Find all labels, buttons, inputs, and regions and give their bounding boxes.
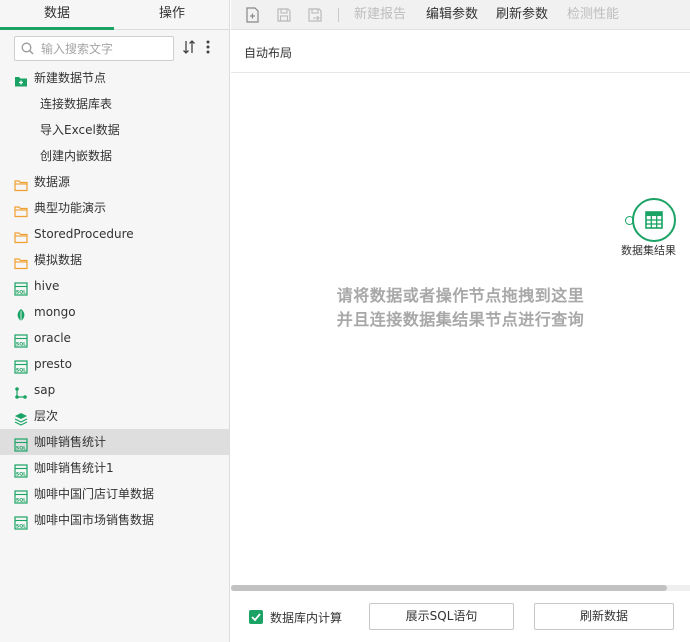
refresh-data-button[interactable]: 刷新数据 [534,603,674,630]
sql-icon: SQL [14,487,28,504]
tab-operations[interactable]: 操作 [115,0,229,30]
db-compute-checkbox[interactable] [249,610,263,624]
more-options-icon[interactable] [204,39,212,55]
tree-item-label: 模拟数据 [34,253,83,267]
result-node-circle [632,198,676,242]
db-compute-label: 数据库内计算 [270,611,343,625]
tree-item[interactable]: SQL 咖啡中国市场销售数据 [0,507,229,533]
tree-item-label: 数据源 [34,175,71,189]
tree-item-label: 咖啡销售统计 [34,435,107,449]
check-performance-button[interactable]: 检测性能 [567,0,619,30]
canvas-hint-line-1: 请将数据或者操作节点拖拽到这里 [336,286,585,305]
data-tree: 新建数据节点连接数据库表 导入Excel数据 创建内嵌数据数据源典型功能演示 Stor… [0,65,229,533]
search-icon [21,42,34,55]
toolbar: 新建报告 编辑参数 刷新参数 检测性能 [231,0,690,30]
folder-icon [14,201,28,218]
tab-data[interactable]: 数据 [0,0,114,30]
tree-item-label: 新建数据节点 [34,71,107,85]
sql-icon: SQL [14,513,28,530]
tree-item-label: 咖啡中国门店订单数据 [34,487,155,501]
tree-item-label: 导入Excel数据 [40,123,120,137]
footer-bar: 数据库内计算 展示SQL语句 刷新数据 [231,591,690,642]
svg-text:SQL: SQL [16,523,26,529]
sql-icon: SQL [14,357,28,374]
show-sql-button[interactable]: 展示SQL语句 [369,603,514,630]
tree-item[interactable]: SQL 咖啡销售统计 [0,429,229,455]
sql-icon: SQL [14,331,28,348]
panel-tabs: 数据 操作 [0,0,229,30]
svg-text:SQL: SQL [16,445,26,451]
new-file-icon[interactable] [244,6,262,24]
add-folder-icon [14,71,28,87]
tree-item-label: 典型功能演示 [34,201,107,215]
new-report-button[interactable]: 新建报告 [354,0,406,30]
search-input[interactable] [41,40,169,57]
leaf-icon [14,305,28,321]
layout-bar: 自动布局 [231,31,690,73]
tree-item-label: 咖啡销售统计1 [34,461,114,475]
svg-text:SQL: SQL [16,341,26,347]
save-as-icon[interactable] [306,6,324,24]
tree-item[interactable]: 典型功能演示 [0,195,229,221]
hierarchy-icon [14,383,28,399]
toolbar-separator [338,8,339,22]
tree-child-item[interactable]: 连接数据库表 [0,91,229,117]
svg-text:SQL: SQL [16,471,26,477]
tree-item[interactable]: 数据源 [0,169,229,195]
sql-icon: SQL [14,279,28,296]
svg-text:SQL: SQL [16,289,26,295]
tree-item-label: StoredProcedure [34,227,134,241]
tree-item[interactable]: SQL 咖啡销售统计1 [0,455,229,481]
folder-icon [14,175,28,192]
sort-icon[interactable] [182,39,196,55]
result-node-label: 数据集结果 [621,244,676,257]
sql-icon: SQL [14,461,28,478]
tree-item-label: 创建内嵌数据 [40,149,113,163]
tree-child-item[interactable]: 创建内嵌数据 [0,143,229,169]
tree-item[interactable]: StoredProcedure [0,221,229,247]
canvas-hint-line-2: 并且连接数据集结果节点进行查询 [336,310,585,329]
tree-item-label: 层次 [34,409,59,423]
tree-item[interactable]: SQL oracle [0,325,229,351]
refresh-params-button[interactable]: 刷新参数 [496,0,548,30]
tree-item-label: presto [34,357,72,371]
folder-icon [14,227,28,244]
data-model-editor: 数据 操作 新建数据节点连接数据库表导入Excel数据创建内嵌数据数据源典型功能… [0,0,690,642]
tree-item-label: sap [34,383,56,397]
svg-text:SQL: SQL [16,497,26,503]
tree-item-label: hive [34,279,60,293]
tree-item[interactable]: 新建数据节点 [0,65,229,91]
design-canvas[interactable]: 请将数据或者操作节点拖拽到这里 并且连接数据集结果节点进行查询 数据集结果 [231,74,690,585]
save-icon[interactable] [275,6,293,24]
tree-child-item[interactable]: 导入Excel数据 [0,117,229,143]
table-icon [645,211,663,229]
tree-item-label: mongo [34,305,76,319]
tree-item[interactable]: mongo [0,299,229,325]
tree-item-label: 连接数据库表 [40,97,113,111]
tree-item[interactable]: SQL hive [0,273,229,299]
tree-item[interactable]: sap [0,377,229,403]
edit-params-button[interactable]: 编辑参数 [426,0,478,30]
tree-item-label: 咖啡中国市场销售数据 [34,513,155,527]
dataset-result-node[interactable]: 数据集结果 [621,198,690,258]
tree-item[interactable]: SQL 咖啡中国门店订单数据 [0,481,229,507]
tree-item[interactable]: SQL presto [0,351,229,377]
checkmark-icon [251,613,261,622]
auto-layout-button[interactable]: 自动布局 [244,44,292,61]
left-panel: 数据 操作 新建数据节点连接数据库表导入Excel数据创建内嵌数据数据源典型功能… [0,0,230,642]
layers-icon [14,409,28,426]
sql-icon: SQL [14,435,28,452]
tree-item[interactable]: 层次 [0,403,229,429]
folder-icon [14,253,28,270]
tree-item-label: oracle [34,331,71,345]
search-box [14,36,174,61]
svg-text:SQL: SQL [16,367,26,373]
tree-item[interactable]: 模拟数据 [0,247,229,273]
